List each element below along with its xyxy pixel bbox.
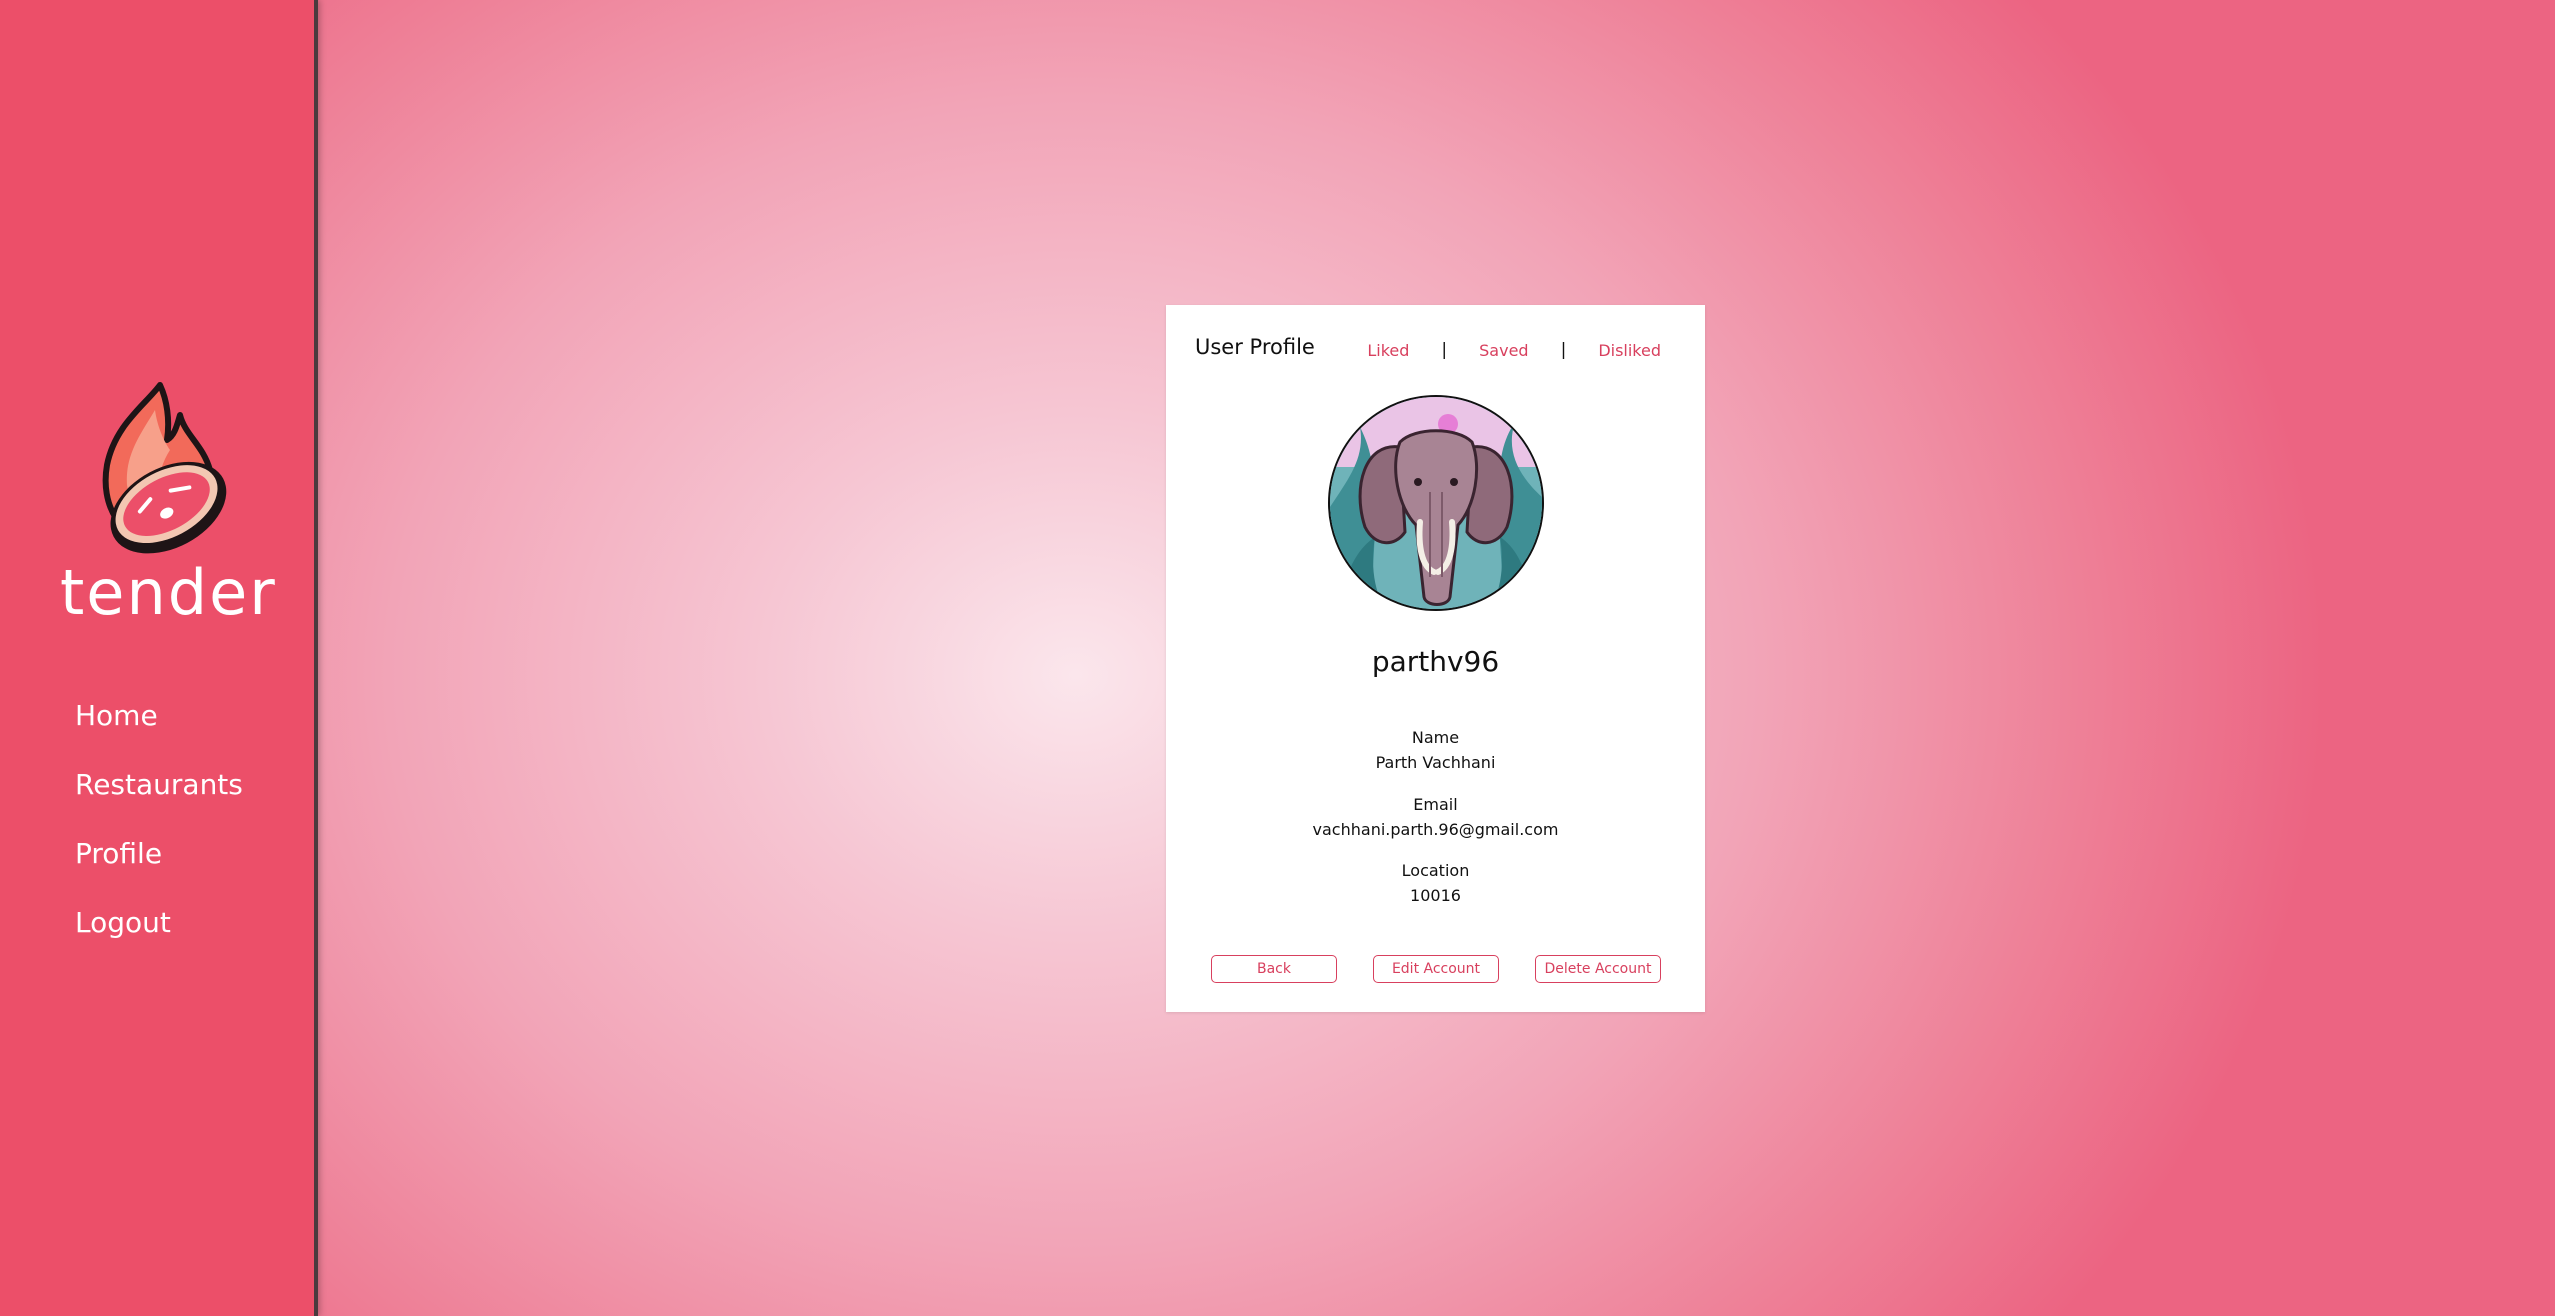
email-value: vachhani.parth.96@gmail.com — [1312, 820, 1559, 839]
email-label: Email — [1413, 795, 1458, 814]
location-label: Location — [1401, 861, 1470, 880]
tab-separator: | — [1441, 340, 1448, 360]
sidebar-item-home[interactable]: Home — [75, 696, 243, 765]
location-field: Location 10016 — [1166, 858, 1705, 908]
location-value: 10016 — [1410, 886, 1461, 905]
profile-tabs: Liked | Saved | Disliked — [1367, 340, 1661, 360]
avatar — [1328, 395, 1544, 611]
elephant-avatar-icon — [1330, 397, 1542, 609]
name-value: Parth Vachhani — [1375, 753, 1496, 772]
profile-card: User Profile Liked | Saved | Disliked pa… — [1166, 305, 1705, 1012]
brand-name: tender — [60, 556, 277, 629]
email-field: Email vachhani.parth.96@gmail.com — [1166, 792, 1705, 842]
tab-liked[interactable]: Liked — [1367, 341, 1409, 360]
sidebar-item-profile[interactable]: Profile — [75, 834, 243, 903]
name-field: Name Parth Vachhani — [1166, 725, 1705, 775]
sidebar-nav: Home Restaurants Profile Logout — [75, 696, 243, 972]
sidebar: tender Home Restaurants Profile Logout — [0, 0, 318, 1316]
back-button[interactable]: Back — [1211, 955, 1337, 983]
flame-steak-logo-icon — [102, 382, 227, 554]
tab-saved[interactable]: Saved — [1479, 341, 1528, 360]
tab-disliked[interactable]: Disliked — [1598, 341, 1661, 360]
delete-account-button[interactable]: Delete Account — [1535, 955, 1661, 983]
sidebar-item-logout[interactable]: Logout — [75, 903, 243, 972]
sidebar-item-restaurants[interactable]: Restaurants — [75, 765, 243, 834]
page-title: User Profile — [1195, 335, 1315, 359]
tab-separator: | — [1560, 340, 1567, 360]
username: parthv96 — [1371, 645, 1500, 678]
name-label: Name — [1411, 728, 1460, 747]
brand-logo[interactable]: tender — [60, 380, 277, 629]
edit-account-button[interactable]: Edit Account — [1373, 955, 1499, 983]
